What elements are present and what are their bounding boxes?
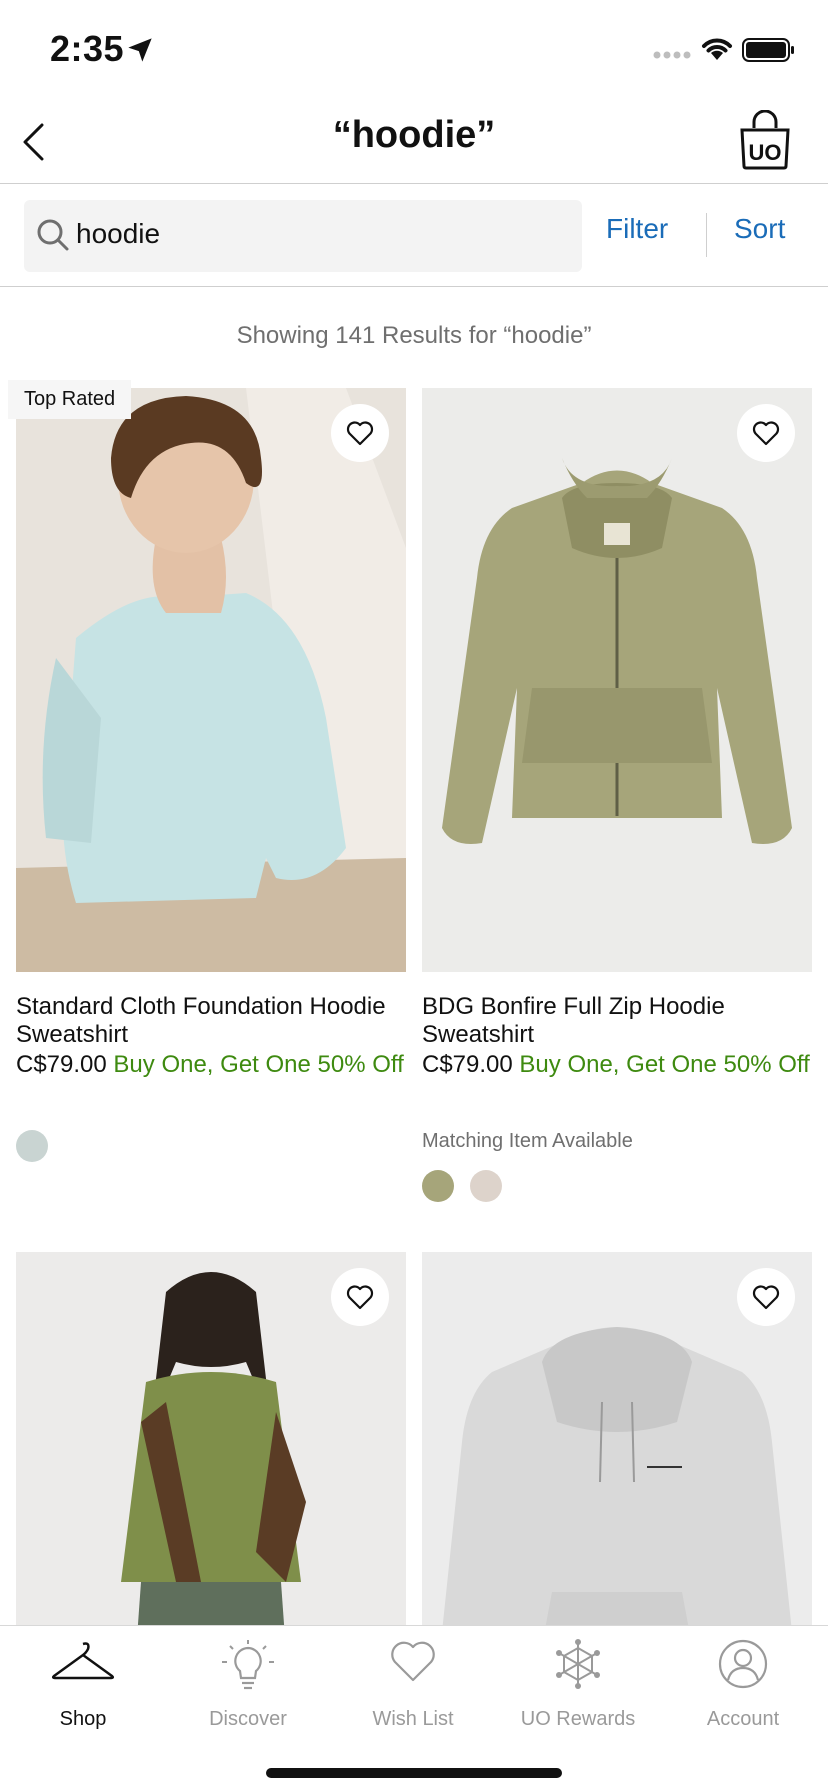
tab-label: Shop [59, 1708, 107, 1730]
search-row: hoodie Filter Sort [0, 185, 828, 287]
tab-label: UO Rewards [520, 1708, 636, 1730]
cellular-signal-icon [653, 51, 691, 59]
heart-icon [752, 421, 780, 446]
product-card[interactable] [422, 1252, 812, 1792]
status-bar: 2:35 [0, 0, 828, 96]
toolbar-divider [706, 213, 707, 257]
color-swatch[interactable] [16, 1130, 48, 1162]
promo-text: Buy One, Get One 50% Off [519, 1051, 810, 1078]
product-card[interactable]: BDG Bonfire Full Zip Hoodie Sweatshirt C… [422, 388, 812, 1208]
search-input[interactable]: hoodie [24, 200, 582, 272]
filter-button[interactable]: Filter [606, 213, 668, 245]
heart-icon [391, 1641, 435, 1682]
matching-item-note: Matching Item Available [422, 1130, 633, 1152]
page-title: “hoodie” [332, 114, 496, 156]
tab-uo-rewards[interactable]: UO Rewards [495, 1626, 661, 1736]
tab-label: Wish List [372, 1708, 454, 1730]
tab-wish-list[interactable]: Wish List [330, 1626, 496, 1736]
wishlist-heart-button[interactable] [737, 404, 795, 462]
heart-icon [346, 1285, 374, 1310]
results-count: Showing 141 Results for “hoodie” [236, 322, 592, 349]
wifi-icon [702, 38, 732, 60]
status-time: 2:35 [50, 28, 125, 69]
svg-text:UO: UO [749, 140, 782, 165]
sort-button[interactable]: Sort [734, 213, 785, 245]
home-indicator[interactable] [266, 1768, 562, 1778]
product-price: C$79.00 Buy One, Get One 50% Off [16, 1051, 406, 1079]
search-icon [37, 219, 69, 251]
tab-account[interactable]: Account [660, 1626, 826, 1736]
heart-icon [346, 421, 374, 446]
search-query-text[interactable]: hoodie [76, 218, 160, 250]
price-value: C$79.00 [16, 1051, 107, 1078]
search-results-screen: 2:35 “hoodie” UO hoodie Filter Sort Show… [0, 0, 828, 1792]
hanger-icon [51, 1642, 115, 1680]
product-card[interactable]: Top Rated Standard Cloth Foundation Hood… [8, 380, 406, 1168]
bottom-tab-bar: Shop Discover Wish List UO Rewards Accou… [0, 1625, 828, 1792]
wishlist-heart-button[interactable] [331, 1268, 389, 1326]
product-card[interactable] [16, 1252, 406, 1792]
product-name[interactable]: BDG Bonfire Full Zip Hoodie Sweatshirt [422, 993, 812, 1049]
product-image[interactable] [16, 388, 406, 972]
tab-discover[interactable]: Discover [165, 1626, 331, 1736]
rewards-icon [556, 1639, 600, 1689]
heart-icon [752, 1285, 780, 1310]
top-rated-badge: Top Rated [8, 380, 132, 419]
wishlist-heart-button[interactable] [737, 1268, 795, 1326]
location-arrow-icon [128, 38, 152, 62]
battery-icon [742, 38, 794, 62]
product-image[interactable] [422, 388, 812, 972]
person-icon [718, 1639, 768, 1689]
promo-text: Buy One, Get One 50% Off [113, 1051, 404, 1078]
tab-label: Discover [209, 1708, 287, 1730]
product-name[interactable]: Standard Cloth Foundation Hoodie Sweatsh… [16, 993, 406, 1049]
color-swatch[interactable] [470, 1170, 502, 1202]
lightbulb-icon [222, 1640, 274, 1690]
price-value: C$79.00 [422, 1051, 513, 1078]
color-swatch[interactable] [422, 1170, 454, 1202]
nav-header: “hoodie” UO [0, 96, 828, 184]
wishlist-heart-button[interactable] [331, 404, 389, 462]
shopping-bag-icon[interactable]: UO [738, 110, 792, 170]
product-price: C$79.00 Buy One, Get One 50% Off [422, 1051, 812, 1079]
tab-label: Account [706, 1708, 780, 1730]
tab-shop[interactable]: Shop [0, 1626, 166, 1736]
